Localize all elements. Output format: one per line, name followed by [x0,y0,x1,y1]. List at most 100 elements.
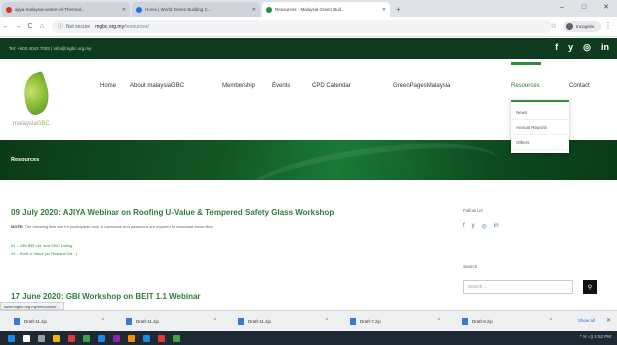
nav-events[interactable]: Events [272,83,290,89]
chevron-up-icon[interactable]: ^ [438,318,440,324]
post-title[interactable]: 09 July 2020: AJIYA Webinar on Roofing U… [11,208,334,217]
tab-label: ajiya-malaysia-centre-of-Thermal... [15,7,85,12]
site-topbar: Tel: +603 4043 7003 | info@mgbc.org.my f… [0,38,617,59]
taskbar-app-icon[interactable] [53,334,60,342]
active-nav-indicator [511,62,541,65]
os-taskbar: ^ ✉ ◁) 1:52 PM [0,331,617,345]
tab-favicon-icon [6,6,12,13]
status-bar-url: www.mgbc.org.my/resources/... [0,302,64,310]
tab-close-icon[interactable]: ✕ [252,7,256,13]
taskbar-app-icon[interactable] [23,334,30,342]
taskbar-app-icon[interactable] [113,334,120,342]
home-button[interactable]: ⌂ [36,23,48,30]
incognito-icon [566,23,573,30]
nav-contact[interactable]: Contact [569,83,590,89]
youtube-icon[interactable]: y [568,42,573,53]
browser-tab[interactable]: ajiya-malaysia-centre-of-Thermal... ✕ [2,2,130,17]
show-all-downloads-button[interactable]: Show all [578,318,595,323]
banner-decoration [237,140,503,180]
search-label: Search [463,264,478,269]
taskbar-app-icon[interactable] [68,334,75,342]
tab-favicon-icon [266,6,272,13]
new-tab-button[interactable]: + [396,2,401,17]
url-path: /resources/ [124,23,149,30]
facebook-icon[interactable]: f [555,42,558,53]
download-item[interactable]: Draft-7.zip ^ [336,311,448,332]
dropdown-item-annual-reports[interactable]: Annual Reports [511,120,569,135]
search-icon: ⚲ [587,284,593,291]
linkedin-icon[interactable]: in [494,223,499,230]
nav-resources[interactable]: Resources [511,83,540,89]
youtube-icon[interactable]: y [472,223,475,230]
dropdown-item-news[interactable]: News [511,105,569,120]
page-title: Resources [11,157,40,163]
nav-about[interactable]: About malaysiaGBC [130,83,184,89]
browser-toolbar: ← → C ⌂ ⓘ Not secure mgbc.org.my /resour… [0,17,617,37]
linkedin-icon[interactable]: in [601,42,609,53]
main-content: 09 July 2020: AJIYA Webinar on Roofing U… [0,180,617,310]
download-link[interactable]: 01 – GBI BEI Ltd. and GBC Listing [11,243,72,248]
logo-text: malaysiaGBC [13,121,50,127]
tab-close-icon[interactable]: ✕ [122,7,126,13]
not-secure-icon[interactable]: ⓘ [58,23,63,30]
chevron-up-icon[interactable]: ^ [550,318,552,324]
nav-greenpages[interactable]: GreenPagesMalaysia [393,83,450,89]
search-input[interactable]: Search ... [463,280,573,294]
tab-label: Resources - Malaysia Green Buil... [275,7,345,12]
download-item[interactable]: Draft-9.zip ^ [448,311,560,332]
download-item[interactable]: Draft-11.zip ^ [224,311,336,332]
resources-dropdown: News Annual Reports Others [511,100,569,153]
profile-button[interactable]: Incognito [563,21,601,32]
nav-home[interactable]: Home [100,83,116,89]
browser-tab[interactable]: Home | World Green Building C... ✕ [132,2,260,17]
nav-membership[interactable]: Membership [222,83,255,89]
chevron-up-icon[interactable]: ^ [214,318,216,324]
taskbar-app-icon[interactable] [83,334,90,342]
start-menu-icon[interactable] [8,334,15,342]
taskbar-app-icon[interactable] [173,334,180,342]
address-bar[interactable]: ⓘ Not secure mgbc.org.my /resources/ [52,20,552,33]
reload-button[interactable]: C [24,23,36,30]
social-links: f y ◎ in [555,42,609,53]
maximize-button[interactable]: □ [573,0,595,14]
post-title[interactable]: 17 June 2020: GBI Workshop on BEIT 1.1 W… [11,292,201,301]
dropdown-item-others[interactable]: Others [511,135,569,150]
nav-cpd-calendar[interactable]: CPD Calendar [312,83,351,89]
taskbar-app-icon[interactable] [128,334,135,342]
instagram-icon[interactable]: ◎ [482,223,487,230]
close-downloads-bar-icon[interactable]: ✕ [606,317,611,324]
minimize-button[interactable]: – [551,0,573,14]
post-note: NOTE: The following files are for partic… [11,224,214,229]
file-icon [126,317,132,325]
browser-menu-icon[interactable]: ⋮ [604,21,612,30]
file-icon [14,317,20,325]
contact-info: Tel: +603 4043 7003 | info@mgbc.org.my [9,46,92,51]
taskbar-app-icon[interactable] [158,334,165,342]
taskbar-app-icon[interactable] [143,334,150,342]
facebook-icon[interactable]: f [463,223,465,230]
browser-tab-strip: ajiya-malaysia-centre-of-Thermal... ✕ Ho… [0,0,617,17]
security-label: Not secure [66,23,91,30]
sidebar-social-links: f y ◎ in [463,223,603,230]
browser-tab-active[interactable]: Resources - Malaysia Green Buil... ✕ [262,2,390,17]
search-button[interactable]: ⚲ [583,280,597,294]
taskbar-app-icon[interactable] [38,334,45,342]
back-button[interactable]: ← [0,23,12,30]
forward-button[interactable]: → [12,23,24,30]
chevron-up-icon[interactable]: ^ [102,318,104,324]
file-icon [350,317,356,325]
download-item[interactable]: Draft-11.zip ^ [112,311,224,332]
system-tray[interactable]: ^ ✉ ◁) 1:52 PM [580,334,611,340]
download-link[interactable]: 02 – Roof U-Value (w/ Richard Ooi...) [11,251,77,256]
url-host: mgbc.org.my [95,23,125,30]
close-window-button[interactable]: ✕ [595,0,617,14]
site-logo[interactable]: malaysiaGBC [13,70,63,136]
instagram-icon[interactable]: ◎ [583,42,591,53]
taskbar-app-icon[interactable] [98,334,105,342]
chevron-up-icon[interactable]: ^ [326,318,328,324]
tab-label: Home | World Green Building C... [145,7,212,12]
bookmark-star-icon[interactable]: ☆ [551,22,557,30]
download-item[interactable]: Draft-11.zip ^ [0,311,112,332]
tab-close-icon[interactable]: ✕ [382,7,386,13]
file-icon [462,317,468,325]
